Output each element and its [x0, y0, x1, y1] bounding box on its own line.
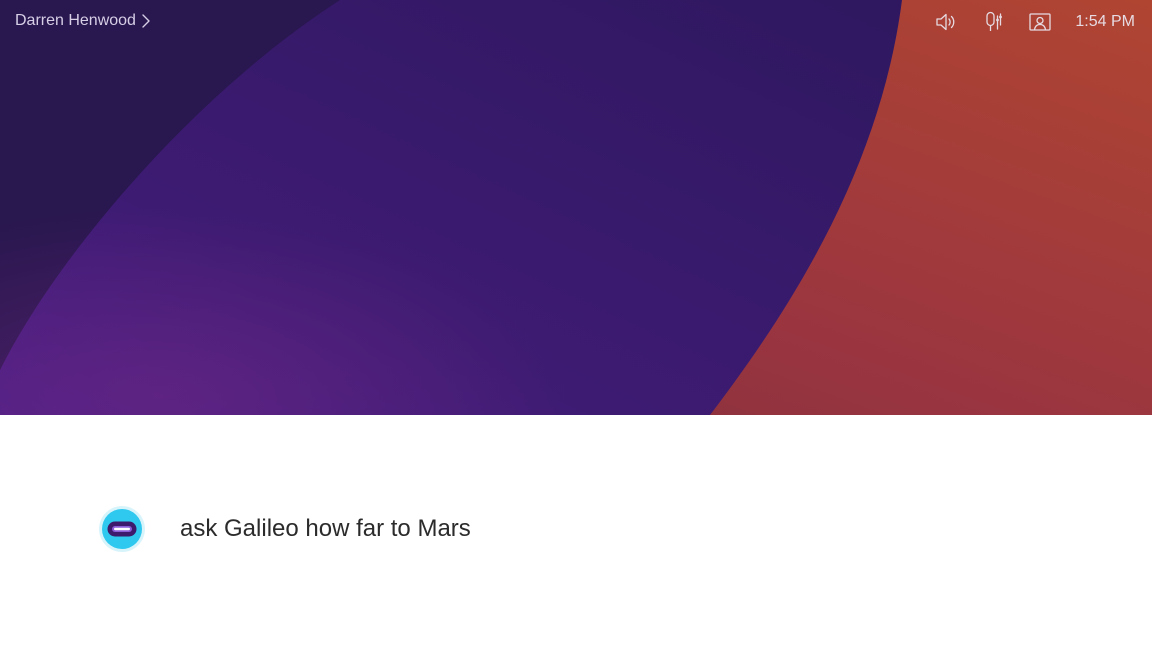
- assistant-prompt: ask Galileo how far to Mars: [98, 505, 471, 553]
- assistant-transcript: ask Galileo how far to Mars: [180, 515, 471, 542]
- user-name-label: Darren Henwood: [15, 12, 136, 29]
- wallpaper-background: [0, 0, 1152, 415]
- assistant-icon: [98, 505, 146, 553]
- microphone-icon[interactable]: [981, 10, 1005, 34]
- selfview-icon[interactable]: [1028, 10, 1052, 34]
- wallpaper: Darren Henwood 1:54 PM: [0, 0, 1152, 415]
- user-name-button[interactable]: Darren Henwood: [15, 12, 151, 30]
- clock: 1:54 PM: [1075, 13, 1135, 30]
- speaker-icon[interactable]: [934, 10, 958, 34]
- status-bar: 1:54 PM: [934, 10, 1135, 34]
- screen: Darren Henwood 1:54 PM ask Galileo how f…: [0, 0, 1152, 648]
- chevron-right-icon: [141, 13, 151, 29]
